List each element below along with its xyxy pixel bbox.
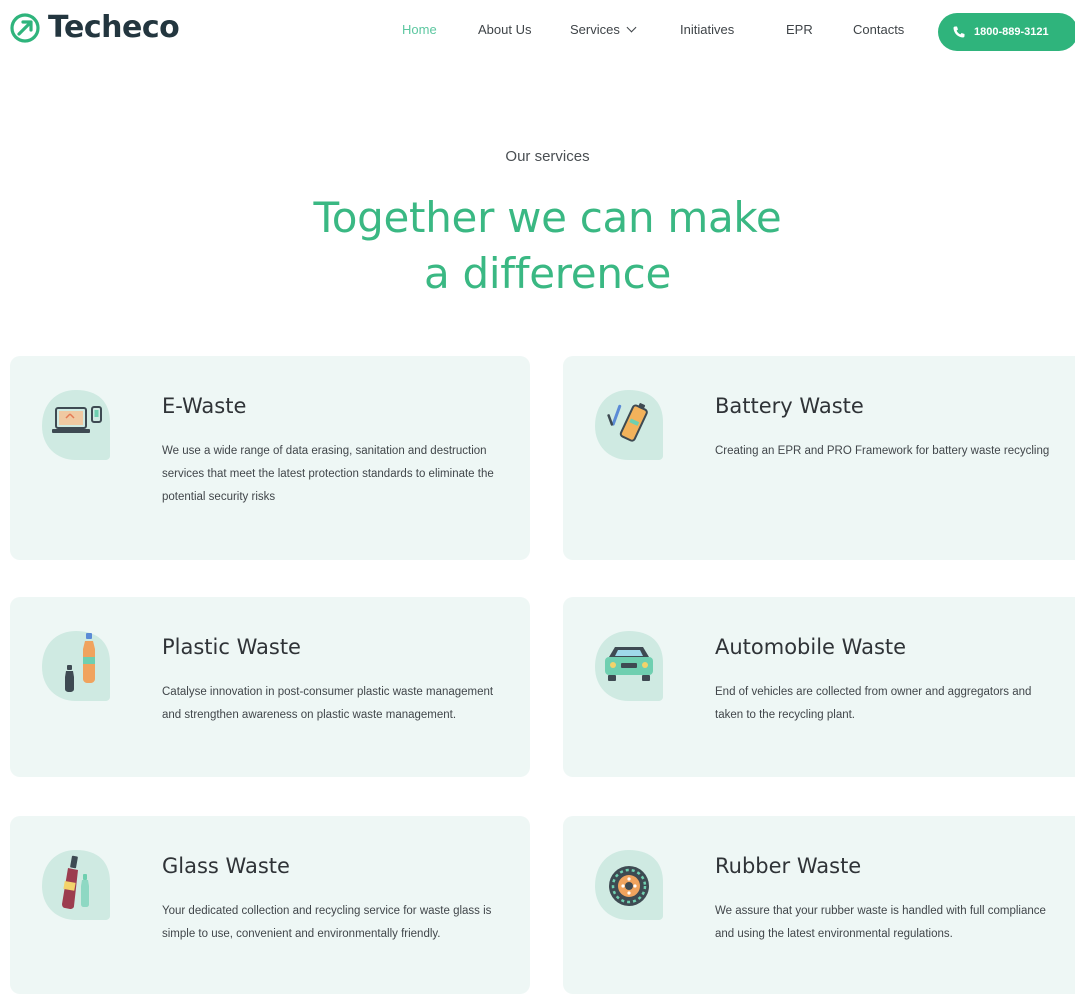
service-title-plastic-waste: Plastic Waste (162, 635, 301, 659)
service-card-plastic-waste[interactable]: Plastic Waste Catalyse innovation in pos… (10, 597, 530, 777)
service-description-e-waste: We use a wide range of data erasing, san… (162, 445, 494, 503)
brand-logo[interactable]: Techeco (8, 10, 180, 45)
battery-icon (595, 390, 663, 460)
service-description-battery-waste: Creating an EPR and PRO Framework for ba… (715, 445, 1050, 457)
nav-item-contacts[interactable]: Contacts (853, 22, 904, 37)
nav-item-services-label: Services (570, 22, 620, 37)
section-headline: Together we can make a difference (0, 190, 1075, 302)
service-card-automobile-waste[interactable]: Automobile Waste End of vehicles are col… (563, 597, 1075, 777)
plastic-bottle-icon (42, 631, 110, 701)
service-description-rubber-waste: We assure that your rubber waste is hand… (715, 905, 1046, 940)
phone-call-button[interactable]: 1800-889-3121 (938, 13, 1075, 51)
service-description-plastic-waste: Catalyse innovation in post-consumer pla… (162, 686, 494, 721)
nav-item-initiatives[interactable]: Initiatives (680, 22, 734, 37)
service-description-glass-waste: Your dedicated collection and recycling … (162, 905, 492, 940)
nav-item-services[interactable]: Services (570, 22, 637, 37)
service-title-automobile-waste: Automobile Waste (715, 635, 907, 659)
section-eyebrow: Our services (505, 148, 590, 165)
nav-item-epr[interactable]: EPR (786, 22, 813, 37)
service-description-automobile-waste: End of vehicles are collected from owner… (715, 686, 1032, 721)
service-card-battery-waste[interactable]: Battery Waste Creating an EPR and PRO Fr… (563, 356, 1075, 560)
service-card-glass-waste[interactable]: Glass Waste Your dedicated collection an… (10, 816, 530, 994)
car-icon (595, 631, 663, 701)
nav-item-home[interactable]: Home (402, 22, 437, 37)
service-title-glass-waste: Glass Waste (162, 854, 290, 878)
service-title-rubber-waste: Rubber Waste (715, 854, 862, 878)
nav-item-about-us[interactable]: About Us (478, 22, 531, 37)
phone-number: 1800-889-3121 (974, 26, 1049, 38)
tire-icon (595, 850, 663, 920)
brand-name: Techeco (48, 10, 180, 45)
chevron-down-icon (626, 22, 637, 33)
phone-icon (953, 26, 965, 38)
service-card-e-waste[interactable]: E-Waste We use a wide range of data eras… (10, 356, 530, 560)
glass-bottle-icon (42, 850, 110, 920)
service-title-battery-waste: Battery Waste (715, 394, 864, 418)
service-title-e-waste: E-Waste (162, 394, 247, 418)
laptop-phone-icon (42, 390, 110, 460)
recycle-arrow-logo-icon (10, 12, 40, 43)
headline-line-1: Together we can make (313, 193, 782, 242)
service-card-rubber-waste[interactable]: Rubber Waste We assure that your rubber … (563, 816, 1075, 994)
headline-line-2: a difference (424, 249, 671, 298)
site-header: Techeco Home About Us Services Initiativ… (0, 0, 1075, 64)
